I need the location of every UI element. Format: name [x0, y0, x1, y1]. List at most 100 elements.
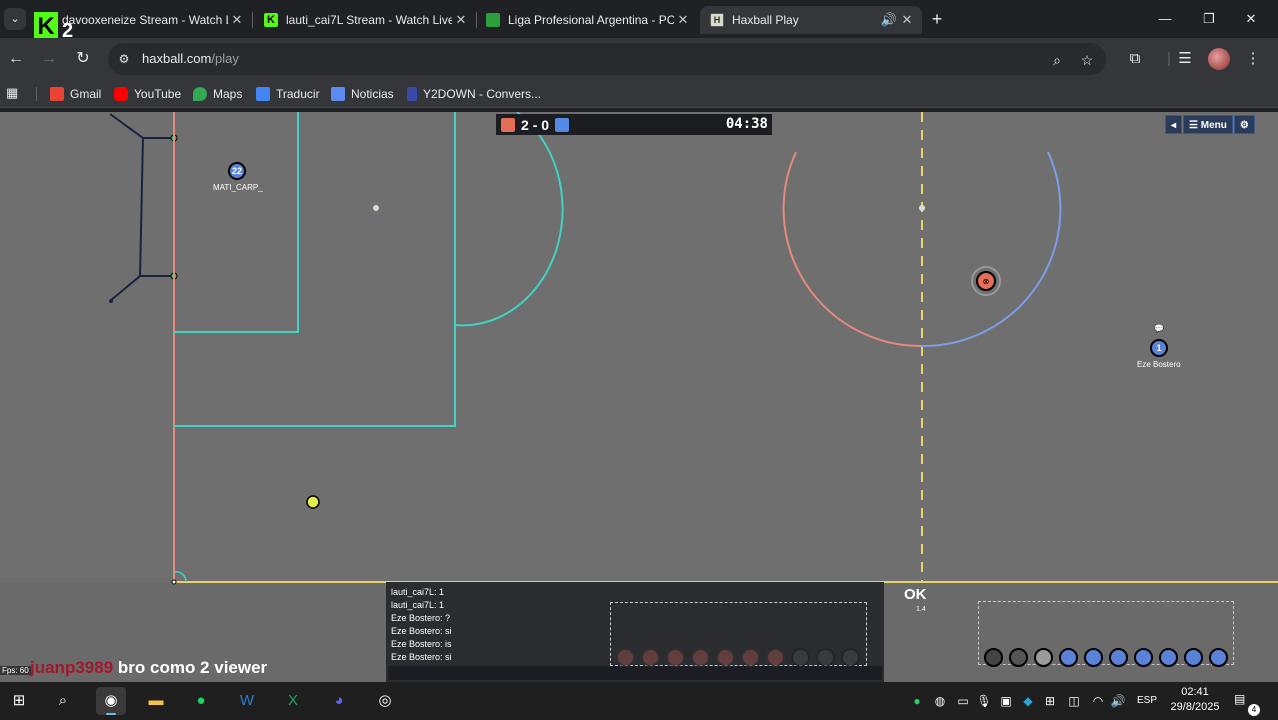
- ball: [306, 495, 320, 509]
- media-controls-icon[interactable]: ☰: [1174, 48, 1196, 70]
- tab-liga-profesional[interactable]: Liga Profesional Argentina - PC ✕: [476, 6, 698, 34]
- haxball-icon: H: [710, 13, 724, 27]
- chrome-icon[interactable]: ◉: [96, 687, 126, 715]
- browser-window: ⌄ K davooxeneize Stream - Watch L ✕ K la…: [0, 0, 1278, 720]
- tray-icon[interactable]: ◆: [1020, 693, 1036, 709]
- collapse-button[interactable]: ◂: [1165, 115, 1183, 134]
- address-bar[interactable]: ⚙ haxball.com/play ⌕ ☆: [108, 43, 1106, 75]
- spotify-tray-icon[interactable]: ●: [909, 693, 925, 709]
- close-window-icon[interactable]: ✕: [1240, 8, 1262, 30]
- chat-message: Eze Bostero: si: [391, 652, 452, 662]
- bench-ball: [841, 648, 860, 667]
- close-icon[interactable]: ✕: [898, 12, 916, 28]
- language-indicator[interactable]: ESP: [1134, 693, 1160, 709]
- haxball-game-canvas[interactable]: ⊗ 2 - 0 04:38 ◂ ☰ Menu ⚙ 22 MATI_CARP_ 💬…: [0, 112, 1278, 682]
- tab-title: davooxeneize Stream - Watch L: [62, 13, 228, 27]
- toolbar: ← → ↻ ⚙ haxball.com/play ⌕ ☆ ⧉ | ☰ ⋮: [0, 38, 1278, 80]
- tray-icon[interactable]: ◍: [932, 693, 948, 709]
- obs-icon[interactable]: ◎: [370, 687, 400, 715]
- net-corner: [109, 299, 113, 303]
- url-text[interactable]: haxball.com/play: [142, 51, 239, 66]
- tray-icon[interactable]: ▣: [998, 693, 1014, 709]
- tab-search-icon[interactable]: ⌄: [4, 8, 26, 30]
- close-icon[interactable]: ✕: [228, 12, 246, 28]
- red-team-square: [501, 117, 515, 132]
- notification-count: 4: [1248, 704, 1260, 716]
- tray-icon[interactable]: ▭: [955, 693, 971, 709]
- bookmark-noticias[interactable]: Noticias: [331, 85, 394, 103]
- bookmark-youtube[interactable]: YouTube: [114, 85, 181, 103]
- new-tab-button[interactable]: +: [926, 8, 948, 30]
- notifications-icon[interactable]: ▤ 4: [1234, 692, 1260, 716]
- bookmarks-bar: ▦ Gmail YouTube Maps Traducir Noticias Y…: [0, 80, 1278, 108]
- bench-ball: [1109, 648, 1128, 667]
- tab-title: Liga Profesional Argentina - PC: [508, 13, 674, 27]
- bookmark-star-icon[interactable]: ☆: [1078, 51, 1096, 69]
- tab-haxball[interactable]: H Haxball Play 🔊 ✕: [700, 6, 922, 34]
- close-icon[interactable]: ✕: [452, 12, 470, 28]
- clock[interactable]: 02:41 29/8/2025: [1166, 685, 1224, 715]
- zoom-icon[interactable]: ⌕: [1048, 51, 1066, 69]
- chat-message: Eze Bostero: is: [391, 639, 452, 649]
- chat-input[interactable]: [388, 666, 882, 680]
- bench-ball: [1134, 648, 1153, 667]
- bench-ball: [1009, 648, 1028, 667]
- extensions-icon[interactable]: ⧉: [1124, 48, 1146, 70]
- game-chat-panel: lauti_cai7L: 1 lauti_cai7L: 1 Eze Boster…: [386, 582, 884, 682]
- forward-icon[interactable]: →: [38, 48, 60, 70]
- stream-chat-user: juanp3989: [30, 658, 114, 677]
- match-timer: 04:38: [725, 116, 768, 132]
- blue-player-22: 22: [228, 162, 246, 180]
- settings-button[interactable]: ⚙: [1233, 115, 1255, 134]
- bench-ball: [1034, 648, 1053, 667]
- tab-strip: ⌄ K davooxeneize Stream - Watch L ✕ K la…: [0, 0, 1278, 42]
- restore-icon[interactable]: ❐: [1198, 8, 1220, 30]
- penalty-spot: [373, 205, 379, 211]
- url-host: haxball.com: [142, 51, 212, 66]
- discord-icon[interactable]: ◕: [324, 687, 354, 715]
- volume-icon[interactable]: 🔊: [1110, 693, 1126, 709]
- speaker-icon[interactable]: 🔊: [880, 12, 898, 28]
- microphone-icon[interactable]: 🎙: [976, 693, 992, 709]
- spotify-icon[interactable]: ●: [186, 687, 216, 715]
- corner-post: [171, 579, 177, 585]
- bench-ball: [1184, 648, 1203, 667]
- tray-icon[interactable]: ⊞: [1042, 693, 1058, 709]
- bookmark-maps[interactable]: Maps: [193, 85, 242, 103]
- more-menu-icon[interactable]: ⋮: [1242, 48, 1264, 70]
- reload-icon[interactable]: ↻: [72, 48, 94, 70]
- menu-button[interactable]: ☰ Menu: [1183, 115, 1233, 134]
- game-menu-bar: ◂ ☰ Menu ⚙: [1165, 115, 1256, 134]
- site-info-icon[interactable]: ⚙: [116, 51, 132, 67]
- windows-start-icon[interactable]: ⊞: [4, 687, 34, 715]
- tab-lauti[interactable]: K lauti_cai7L Stream - Watch Live ✕: [254, 6, 476, 34]
- chat-message: lauti_cai7L: 1: [391, 587, 445, 597]
- chat-message: Eze Bostero: si: [391, 626, 452, 636]
- bookmark-label: Gmail: [70, 87, 102, 101]
- bench-ball: [741, 648, 760, 667]
- clock-date: 29/8/2025: [1170, 701, 1220, 713]
- back-icon[interactable]: ←: [5, 48, 27, 70]
- bench-ball: [816, 648, 835, 667]
- bookmark-y2down[interactable]: Y2DOWN - Convers...: [407, 85, 541, 103]
- center-spot: [919, 205, 925, 211]
- word-icon[interactable]: W: [232, 687, 262, 715]
- security-icon[interactable]: ◫: [1066, 693, 1082, 709]
- file-explorer-icon[interactable]: ▬: [141, 687, 171, 715]
- apps-grid-icon[interactable]: ▦: [6, 85, 22, 101]
- bench-ball: [1209, 648, 1228, 667]
- minimize-icon[interactable]: —: [1154, 8, 1176, 30]
- excel-icon[interactable]: X: [278, 687, 308, 715]
- windows-taskbar: ⊞ ⌕ ◉ ▬ ● W X ◕ ◎ ● ◍ ▭ 🎙 ▣ ◆ ⊞ ◫ ◠ 🔊 ES…: [0, 682, 1278, 720]
- profile-avatar[interactable]: [1208, 48, 1230, 70]
- blue-team-square: [555, 117, 570, 132]
- bookmark-label: Noticias: [351, 87, 394, 101]
- search-icon[interactable]: ⌕: [48, 687, 78, 715]
- bookmark-label: Maps: [213, 87, 243, 101]
- clock-time: 02:41: [1181, 686, 1209, 698]
- bookmark-traducir[interactable]: Traducir: [256, 85, 320, 103]
- wifi-icon[interactable]: ◠: [1090, 693, 1106, 709]
- close-icon[interactable]: ✕: [674, 12, 692, 28]
- bookmark-gmail[interactable]: Gmail: [50, 85, 101, 103]
- kick-icon: K: [264, 13, 278, 27]
